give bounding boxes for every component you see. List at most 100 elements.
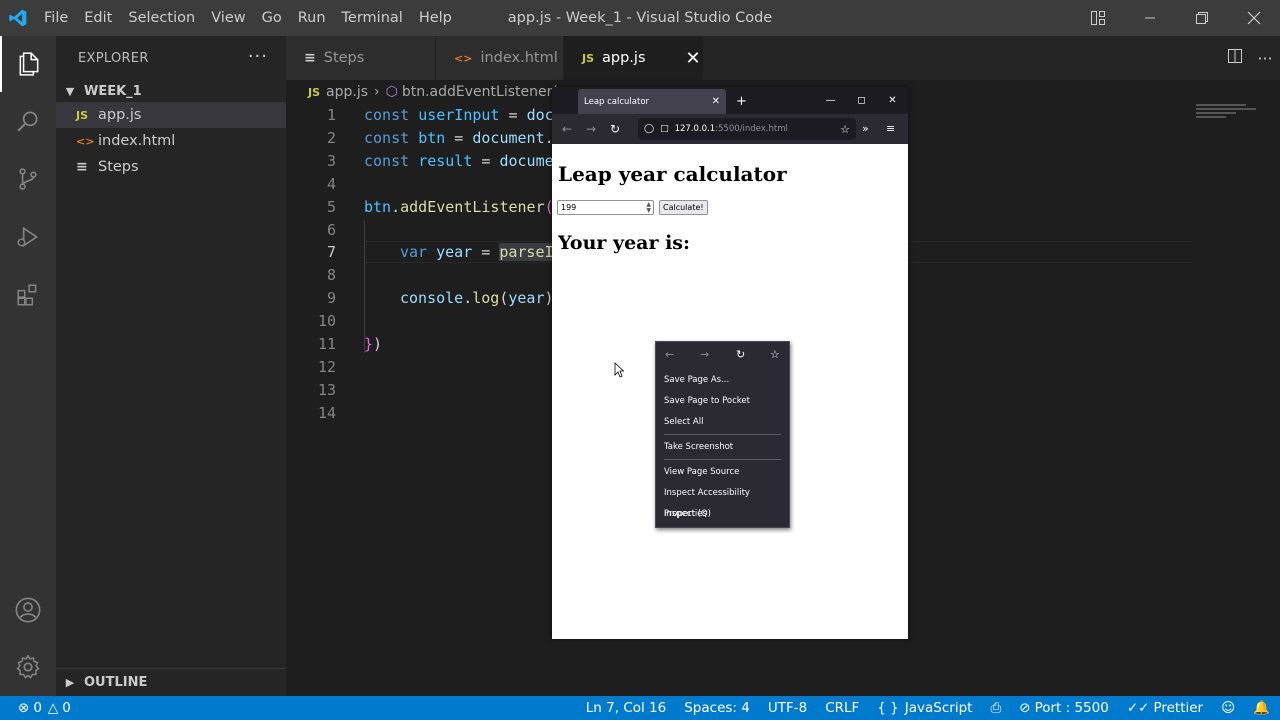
bookmark-star-icon[interactable]: ☆ xyxy=(770,348,780,361)
breadcrumb-file[interactable]: app.js xyxy=(326,84,368,100)
file-name: index.html xyxy=(98,133,176,149)
line-number: 4 xyxy=(326,175,336,193)
split-editor-icon[interactable] xyxy=(1220,48,1250,68)
minimize-button[interactable] xyxy=(1124,0,1176,36)
overflow-icon[interactable]: » xyxy=(862,114,869,144)
close-tab-icon[interactable]: ✕ xyxy=(712,96,720,107)
vscode-logo-icon xyxy=(0,0,36,36)
tab-index-html[interactable]: <> index.html xyxy=(436,36,564,80)
calculate-button[interactable]: Calculate! xyxy=(659,200,708,215)
tab-label: index.html xyxy=(480,50,558,66)
live-server-port[interactable]: Port : 5500 xyxy=(1035,700,1109,716)
code-line: }) xyxy=(364,335,383,353)
notifications-bell-icon[interactable]: 🔔 xyxy=(1253,700,1270,716)
editor-actions: ··· xyxy=(1220,36,1280,80)
close-window-button[interactable]: ✕ xyxy=(877,87,908,114)
file-app-js[interactable]: JS app.js xyxy=(56,102,286,128)
menu-view[interactable]: View xyxy=(203,0,253,36)
file-index-html[interactable]: <> index.html xyxy=(56,128,286,154)
minimize-button[interactable]: — xyxy=(815,87,846,114)
close-tab-icon[interactable]: ✕ xyxy=(686,48,701,69)
breadcrumb-symbol[interactable]: btn.addEventListener( xyxy=(402,84,558,100)
menu-terminal[interactable]: Terminal xyxy=(334,0,411,36)
menu-edit[interactable]: Edit xyxy=(76,0,120,36)
prettier-status[interactable]: Prettier xyxy=(1153,700,1203,716)
menu-item-save-page-as[interactable]: Save Page As... xyxy=(656,370,789,391)
search-icon[interactable] xyxy=(0,93,56,149)
more-actions-icon[interactable]: ··· xyxy=(1250,49,1280,68)
back-icon[interactable]: ← xyxy=(555,122,579,136)
encoding[interactable]: UTF-8 xyxy=(768,700,807,716)
forward-icon[interactable]: → xyxy=(700,348,709,361)
back-icon[interactable]: ← xyxy=(665,348,674,361)
explorer-title: EXPLORER xyxy=(78,50,149,66)
menu-go[interactable]: Go xyxy=(254,0,290,36)
url-bar[interactable]: ◯ □ 127.0.0.1:5500/index.html ☆ xyxy=(638,118,856,140)
more-actions-icon[interactable]: ··· xyxy=(248,46,268,67)
explorer-sidebar: EXPLORER ··· ▼ WEEK_1 JS app.js <> index… xyxy=(56,36,286,696)
menu-item-save-to-pocket[interactable]: Save Page to Pocket xyxy=(656,391,789,412)
text-file-icon: ≡ xyxy=(76,159,88,175)
menu-separator xyxy=(664,459,781,460)
layout-icon[interactable] xyxy=(1072,0,1124,36)
explorer-icon[interactable] xyxy=(0,36,56,92)
run-debug-icon[interactable] xyxy=(0,209,56,265)
restore-button[interactable] xyxy=(1176,0,1228,36)
activity-bar xyxy=(0,36,56,696)
live-server-icon[interactable]: ⎙ xyxy=(990,700,1001,716)
browser-tab-title: Leap calculator xyxy=(584,96,650,107)
text-file-icon: ≡ xyxy=(304,50,316,66)
hamburger-menu-icon[interactable]: ≡ xyxy=(886,114,895,144)
settings-gear-icon[interactable] xyxy=(0,639,56,695)
feedback-icon[interactable]: ☺ xyxy=(1221,700,1235,716)
folder-name: WEEK_1 xyxy=(84,83,142,99)
menu-file[interactable]: File xyxy=(36,0,76,36)
maximize-button[interactable]: ◻ xyxy=(846,87,877,114)
menu-help[interactable]: Help xyxy=(411,0,460,36)
extensions-icon[interactable] xyxy=(0,267,56,323)
menu-item-inspect[interactable]: Inspect (Q) xyxy=(656,504,789,525)
tab-steps[interactable]: ≡ Steps xyxy=(286,36,436,80)
line-number: 6 xyxy=(326,221,336,239)
language-mode[interactable]: JavaScript xyxy=(905,700,973,716)
spinner-icon[interactable]: ▲ ▼ xyxy=(646,202,651,214)
close-window-button[interactable] xyxy=(1228,0,1280,36)
source-control-icon[interactable] xyxy=(0,151,56,207)
browser-tab-strip: Leap calculator ✕ + — ◻ ✕ xyxy=(552,87,908,114)
menu-run[interactable]: Run xyxy=(290,0,334,36)
forward-icon[interactable]: → xyxy=(579,122,603,136)
new-tab-icon[interactable]: + xyxy=(736,94,747,109)
year-input[interactable]: 199 ▲ ▼ xyxy=(557,200,654,215)
bookmark-star-icon[interactable]: ☆ xyxy=(840,123,850,136)
minimap[interactable] xyxy=(1196,104,1266,124)
tab-app-js[interactable]: JS app.js ✕ xyxy=(564,36,704,80)
reload-icon[interactable]: ↻ xyxy=(603,122,627,136)
html-file-icon: <> xyxy=(454,51,473,65)
file-steps[interactable]: ≡ Steps xyxy=(56,154,286,180)
html-file-icon: <> xyxy=(76,134,95,148)
problems-indicator[interactable]: ⊗ 0 △ 0 xyxy=(18,696,71,720)
file-name: Steps xyxy=(98,159,139,175)
line-number: 13 xyxy=(317,381,336,399)
indentation[interactable]: Spaces: 4 xyxy=(684,700,750,716)
cursor-position[interactable]: Ln 7, Col 16 xyxy=(586,700,666,716)
line-ending[interactable]: CRLF xyxy=(825,700,859,716)
line-number: 9 xyxy=(326,289,336,307)
reload-icon[interactable]: ↻ xyxy=(736,348,745,361)
line-number: 5 xyxy=(326,198,336,216)
menu-item-inspect-accessibility[interactable]: Inspect Accessibility Properties xyxy=(656,483,789,519)
chevron-right-icon: › xyxy=(374,84,380,100)
menu-item-select-all[interactable]: Select All xyxy=(656,412,789,433)
js-file-icon: JS xyxy=(582,51,595,65)
menu-selection[interactable]: Selection xyxy=(120,0,203,36)
menu-item-view-page-source[interactable]: View Page Source xyxy=(656,462,789,483)
file-name: app.js xyxy=(98,107,142,123)
browser-tab[interactable]: Leap calculator ✕ xyxy=(578,89,726,114)
menu-item-take-screenshot[interactable]: Take Screenshot xyxy=(656,437,789,458)
line-number: 8 xyxy=(326,266,336,284)
folder-week-1[interactable]: ▼ WEEK_1 xyxy=(56,80,286,102)
shield-icon[interactable]: ◯ xyxy=(644,124,654,134)
outline-section[interactable]: ▶ OUTLINE xyxy=(56,668,286,696)
accounts-icon[interactable] xyxy=(0,582,56,638)
url-path: :5500/index.html xyxy=(715,124,788,134)
